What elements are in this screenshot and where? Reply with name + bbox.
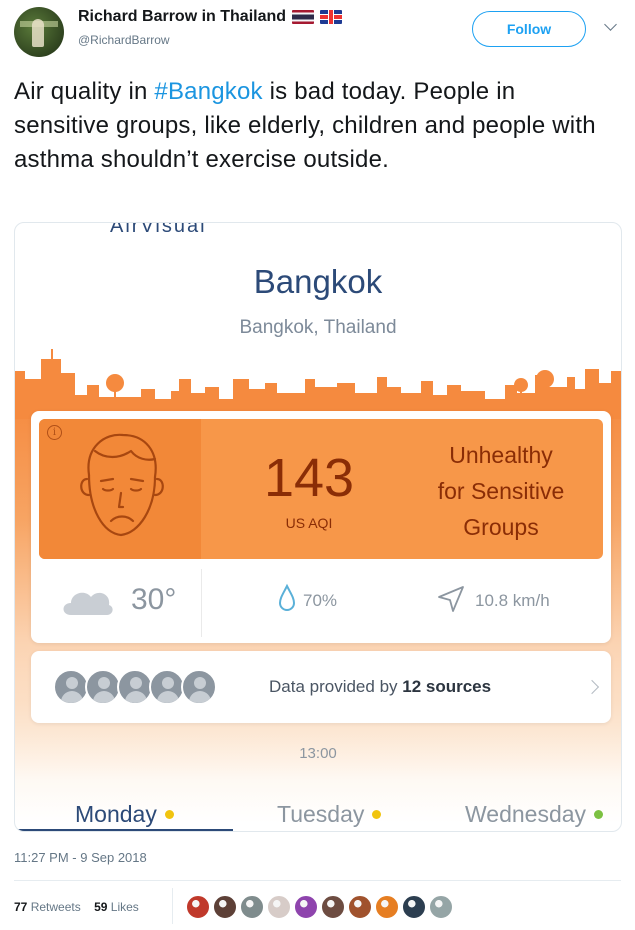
retweets-count[interactable]: 77: [14, 900, 27, 914]
data-sources-row[interactable]: Data provided by 12 sources: [31, 651, 611, 723]
tweet-timestamp[interactable]: 11:27 PM - 9 Sep 2018: [14, 850, 147, 865]
tab-label: Wednesday: [465, 801, 587, 827]
likes-label[interactable]: Likes: [111, 900, 139, 914]
liker-avatar[interactable]: [240, 895, 264, 919]
aqi-unit: US AQI: [285, 515, 333, 531]
source-avatars: [53, 669, 217, 705]
likes-count[interactable]: 59: [94, 900, 107, 914]
wind-speed: 10.8 km/h: [475, 591, 550, 610]
aqi-level-line3: Groups: [463, 514, 539, 540]
user-icon: [117, 669, 153, 705]
liker-avatar[interactable]: [321, 895, 345, 919]
sources-prefix: Data provided by: [269, 677, 403, 696]
hashtag-link[interactable]: #Bangkok: [154, 78, 262, 105]
face-zone: i: [39, 419, 201, 559]
thailand-flag-icon: [292, 10, 315, 24]
active-tab-underline: [15, 829, 233, 831]
city-skyline-illustration: [15, 349, 621, 419]
aqi-level-line2: for Sensitive: [437, 478, 565, 504]
tab-wednesday[interactable]: Wednesday: [465, 801, 604, 828]
city-title: Bangkok: [253, 263, 383, 300]
avatar-figure: [32, 19, 44, 47]
status-dot: [372, 810, 382, 819]
liker-avatar[interactable]: [267, 895, 291, 919]
liker-avatar[interactable]: [213, 895, 237, 919]
status-dot: [164, 810, 174, 819]
liker-avatar[interactable]: [402, 895, 426, 919]
tweet-text: Air quality in #Bangkok is bad today. Pe…: [14, 75, 614, 177]
tab-label: Monday: [75, 801, 157, 827]
user-icon: [85, 669, 121, 705]
weather-row: 30° 70% 10.8 km/h: [31, 563, 611, 643]
uk-flag-icon: [320, 10, 343, 24]
tweet-text-start: Air quality in: [14, 78, 155, 105]
liker-avatar[interactable]: [375, 895, 399, 919]
author-avatar[interactable]: [14, 7, 64, 57]
aqi-panel[interactable]: i 143 US AQI Unhealthy for Sensitive Gro…: [31, 411, 611, 643]
user-icon: [53, 669, 89, 705]
day-tabs: Monday Tuesday Wednesday: [15, 797, 621, 831]
sad-face-icon: [80, 433, 164, 537]
tab-monday[interactable]: Monday: [75, 801, 174, 828]
sources-count: 12 sources: [402, 677, 492, 696]
city-location: Bangkok, Thailand: [239, 317, 397, 338]
info-icon[interactable]: i: [47, 425, 62, 440]
cloud-icon: [63, 592, 113, 615]
attached-image[interactable]: AirVisual Bangkok Bangkok, Thailand i 14…: [14, 222, 622, 832]
liker-avatar[interactable]: [294, 895, 318, 919]
tab-label: Tuesday: [277, 801, 365, 827]
liker-avatar[interactable]: [429, 895, 453, 919]
liker-avatars: [186, 895, 453, 919]
weather-divider: [201, 569, 202, 637]
aqi-level: Unhealthy for Sensitive Groups: [411, 437, 591, 545]
aqi-value: 143: [263, 448, 355, 508]
author-handle[interactable]: @RichardBarrow: [78, 33, 170, 47]
liker-avatar[interactable]: [348, 895, 372, 919]
humidity: 70%: [303, 591, 338, 610]
author-name[interactable]: Richard Barrow in Thailand: [78, 8, 286, 26]
chevron-right-icon[interactable]: [584, 679, 600, 695]
footer-divider: [14, 880, 621, 881]
user-icon: [181, 669, 217, 705]
liker-avatar[interactable]: [186, 895, 210, 919]
stats-separator: [172, 888, 173, 924]
chevron-down-icon[interactable]: [604, 18, 617, 31]
status-dot: [594, 810, 604, 819]
engagement-stats: 77 Retweets 59 Likes: [14, 900, 139, 914]
follow-button[interactable]: Follow: [472, 11, 586, 47]
user-icon: [149, 669, 185, 705]
app-logo: AirVisual: [110, 222, 207, 237]
humidity-drop-icon: [278, 583, 296, 611]
wind-direction-icon: [438, 586, 464, 612]
sources-text: Data provided by 12 sources: [269, 677, 491, 697]
aqi-level-line1: Unhealthy: [449, 442, 553, 468]
aqi-summary: i 143 US AQI Unhealthy for Sensitive Gro…: [39, 419, 603, 559]
retweets-label[interactable]: Retweets: [31, 900, 81, 914]
tab-tuesday[interactable]: Tuesday: [277, 801, 382, 828]
temperature: 30°: [131, 583, 177, 616]
author-name-row[interactable]: Richard Barrow in Thailand: [78, 8, 343, 26]
forecast-time: 13:00: [299, 745, 337, 762]
